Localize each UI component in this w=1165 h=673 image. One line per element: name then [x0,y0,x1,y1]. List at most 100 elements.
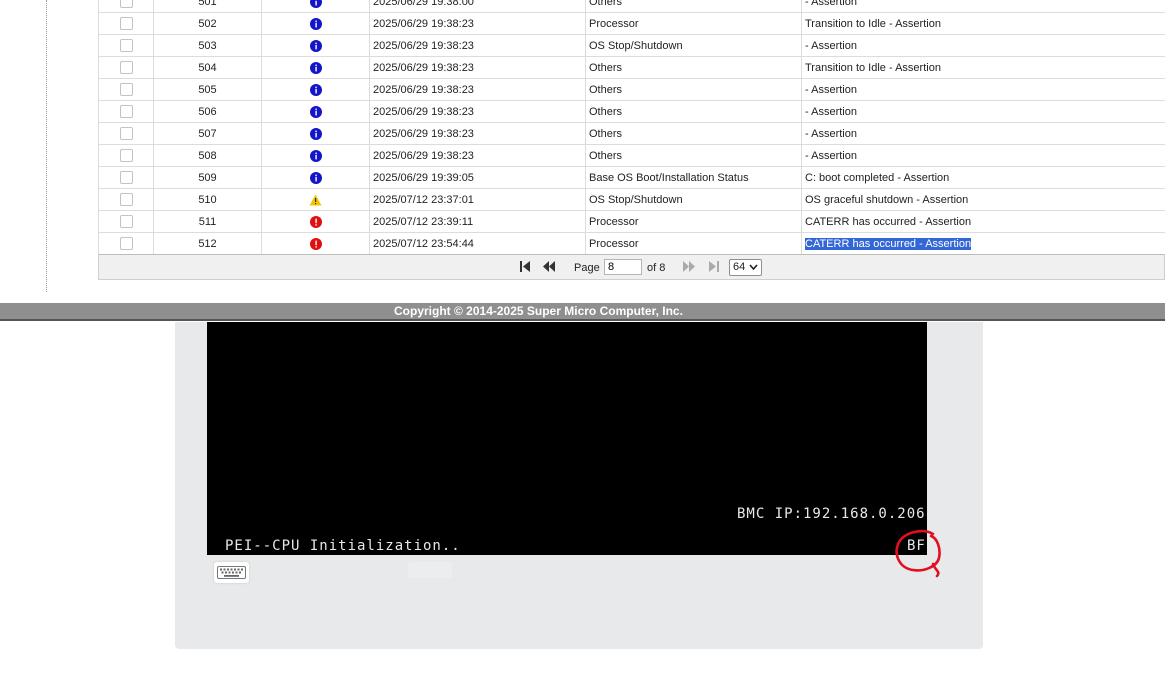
sensor-type: OS Stop/Shutdown [585,188,802,211]
keyboard-icon [217,566,246,579]
event-time: 2025/06/29 19:38:23 [369,100,586,123]
sensor-type: Processor [585,232,802,255]
row-checkbox[interactable] [119,83,133,96]
sensor-type: OS Stop/Shutdown [585,34,802,57]
copyright-bar: Copyright © 2014-2025 Super Micro Comput… [0,303,1165,321]
row-checkbox[interactable] [119,193,133,206]
event-log-row[interactable]: 505 2025/06/29 19:38:23 Others - Assertion [98,78,1165,101]
severity-cell [261,232,370,255]
event-time: 2025/07/12 23:37:01 [369,188,586,211]
sensor-type: Base OS Boot/Installation Status [585,166,802,189]
event-id: 501 [153,0,262,13]
event-time: 2025/07/12 23:39:11 [369,210,586,233]
row-checkbox[interactable] [119,171,133,184]
event-id: 506 [153,100,262,123]
page-label: Page [574,262,600,274]
event-log-row[interactable]: 507 2025/06/29 19:38:23 Others - Assertion [98,122,1165,145]
severity-cell [261,0,370,13]
event-description: C: boot completed - Assertion [801,166,1165,189]
info-circle-icon [309,149,322,162]
event-time: 2025/06/29 19:38:23 [369,122,586,145]
event-time: 2025/06/29 19:38:23 [369,34,586,57]
event-log-row[interactable]: 510 2025/07/12 23:37:01 OS Stop/Shutdown OS… [98,188,1165,211]
row-checkbox[interactable] [119,215,133,228]
severity-cell [261,12,370,35]
console-toolbar-button[interactable] [408,562,452,578]
row-checkbox[interactable] [119,61,133,74]
event-description: CATERR has occurred - Assertion [801,232,1165,255]
row-checkbox[interactable] [119,105,133,118]
event-description: CATERR has occurred - Assertion [801,210,1165,233]
event-log-row[interactable]: 503 2025/06/29 19:38:23 OS Stop/Shutdown -… [98,34,1165,57]
event-description-text: OS graceful shutdown - Assertion [805,193,969,206]
event-log-row[interactable]: 504 2025/06/29 19:38:23 Others Transition t… [98,56,1165,79]
first-page-icon[interactable] [520,261,530,275]
sensor-type: Others [585,144,802,167]
page-divider [46,0,47,292]
severity-cell [261,166,370,189]
row-checkbox[interactable] [119,127,133,140]
event-log-row[interactable]: 509 2025/06/29 19:39:05 Base OS Boot/Insta… [98,166,1165,189]
warning-triangle-icon [309,194,322,205]
severity-cell [261,122,370,145]
page-size-select[interactable]: 64 [729,259,762,276]
page-size-value: 64 [733,261,746,273]
error-circle-icon [309,215,322,228]
severity-cell [261,144,370,167]
event-description: Transition to Idle - Assertion [801,12,1165,35]
row-checkbox[interactable] [119,149,133,162]
info-circle-icon [309,83,322,96]
severity-cell [261,210,370,233]
sensor-type: Others [585,78,802,101]
event-description: - Assertion [801,0,1165,13]
next-page-icon[interactable] [683,261,695,275]
event-description: OS graceful shutdown - Assertion [801,188,1165,211]
page-number-input[interactable] [604,259,642,275]
event-description: - Assertion [801,122,1165,145]
event-time: 2025/06/29 19:38:23 [369,78,586,101]
row-checkbox[interactable] [119,39,133,52]
event-description-text: C: boot completed - Assertion [805,171,950,184]
event-log-row[interactable]: 511 2025/07/12 23:39:11 Processor CATERR ha… [98,210,1165,233]
event-time: 2025/06/29 19:38:00 [369,0,586,13]
event-log-table: 501 2025/06/29 19:38:00 Others - Assertion… [98,0,1165,255]
sensor-type: Others [585,0,802,13]
event-log-row[interactable]: 506 2025/06/29 19:38:23 Others - Assertion [98,100,1165,123]
event-id: 508 [153,144,262,167]
event-description: - Assertion [801,100,1165,123]
prev-page-icon[interactable] [543,261,555,275]
virtual-keyboard-button[interactable] [214,562,249,583]
sensor-type: Others [585,100,802,123]
event-description-text: Transition to Idle - Assertion [805,61,941,74]
event-log-row[interactable]: 501 2025/06/29 19:38:00 Others - Assertion [98,0,1165,13]
info-circle-icon [309,0,322,8]
row-checkbox[interactable] [119,237,133,250]
event-id: 502 [153,12,262,35]
event-id: 505 [153,78,262,101]
event-description-text: CATERR has occurred - Assertion [805,215,972,228]
severity-cell [261,56,370,79]
event-description: - Assertion [801,78,1165,101]
error-circle-icon [309,237,322,250]
info-circle-icon [309,17,322,30]
event-time: 2025/06/29 19:39:05 [369,166,586,189]
event-description-text: - Assertion [805,0,857,8]
sensor-type: Processor [585,210,802,233]
red-annotation-circle [895,529,941,578]
event-log-row[interactable]: 502 2025/06/29 19:38:23 Processor Transitio… [98,12,1165,35]
row-checkbox[interactable] [119,0,133,8]
event-description-text: - Assertion [805,83,857,96]
event-log-row[interactable]: 512 2025/07/12 23:54:44 Processor CATERR ha… [98,232,1165,255]
severity-cell [261,100,370,123]
event-description-text: CATERR has occurred - Assertion [805,237,972,250]
sensor-type: Others [585,56,802,79]
sensor-type: Others [585,122,802,145]
last-page-icon[interactable] [709,261,719,275]
copyright-text: Copyright © 2014-2025 Super Micro Comput… [394,304,683,318]
event-id: 509 [153,166,262,189]
event-id: 504 [153,56,262,79]
pagination-bar: Page of 8 64 [98,254,1165,280]
row-checkbox[interactable] [119,17,133,30]
event-log-row[interactable]: 508 2025/06/29 19:38:23 Others - Assertion [98,144,1165,167]
event-time: 2025/07/12 23:54:44 [369,232,586,255]
